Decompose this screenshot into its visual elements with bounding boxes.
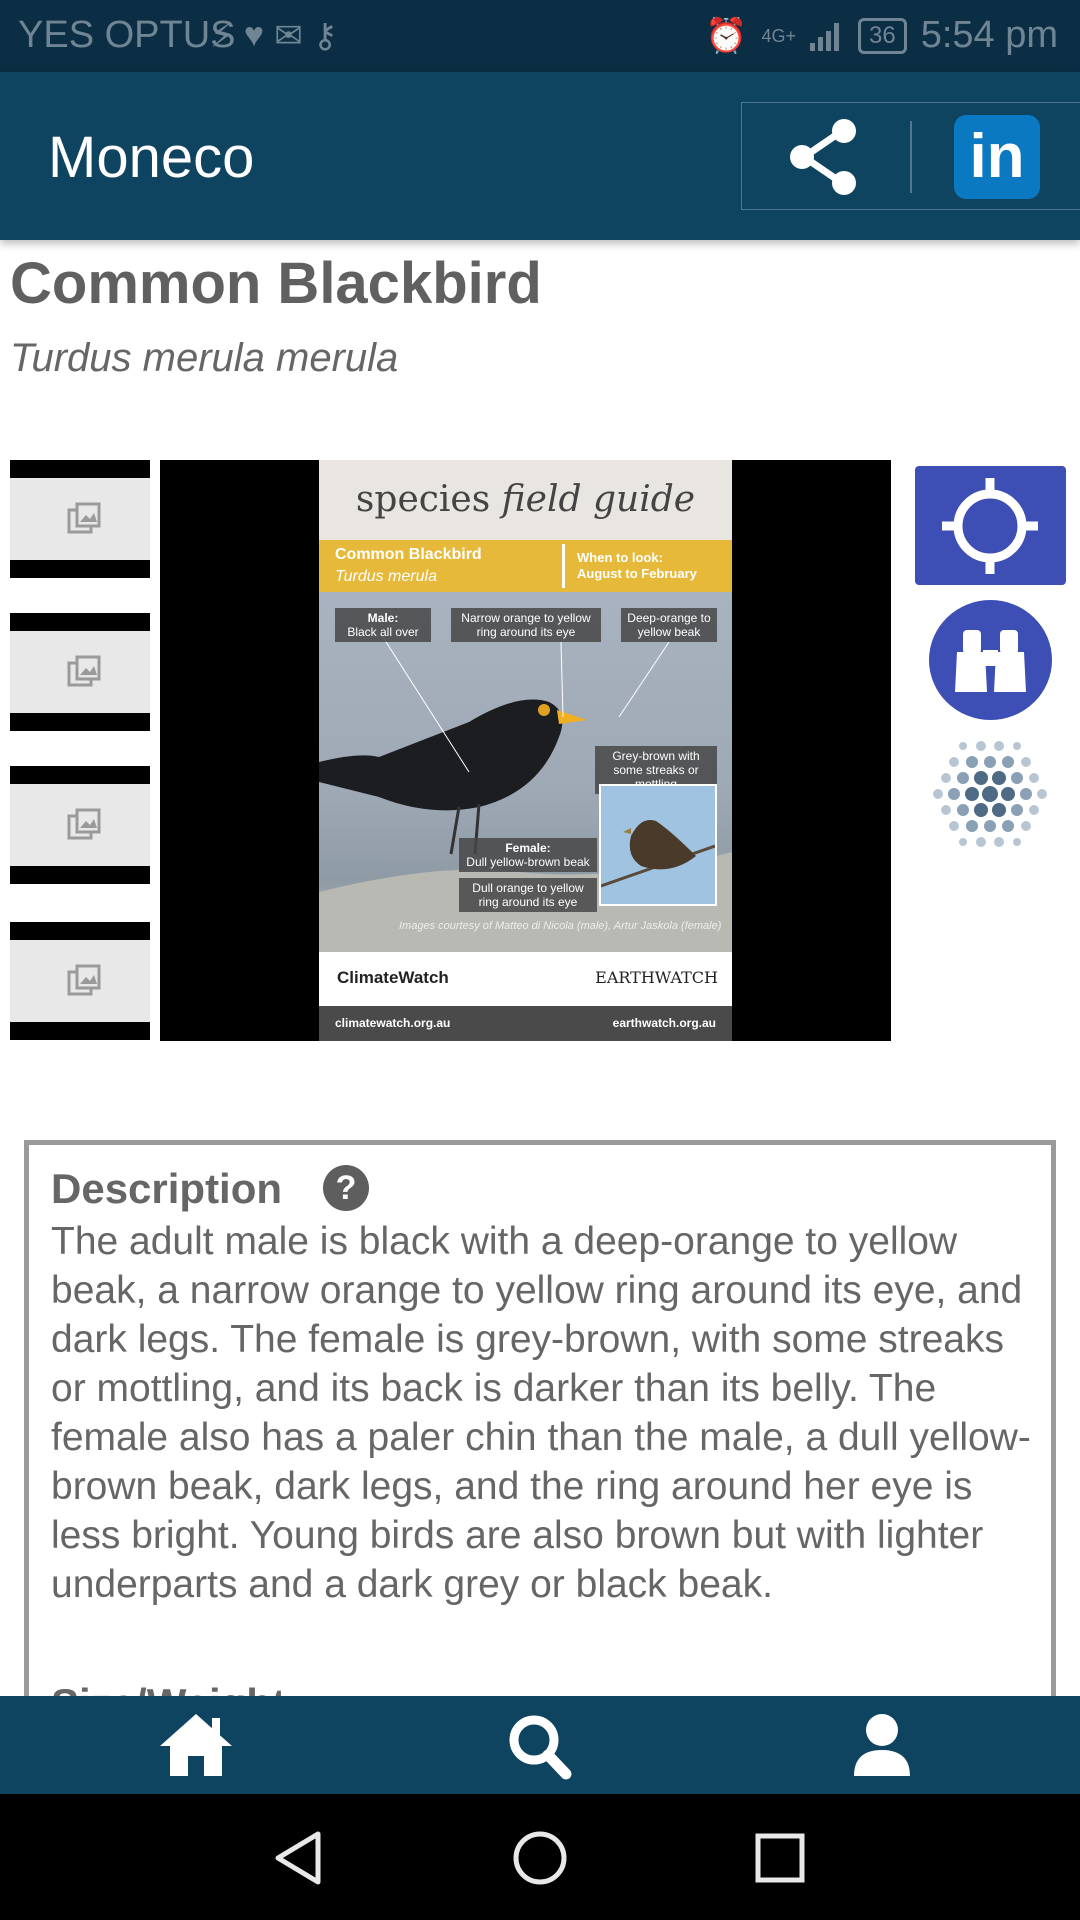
binoculars-icon xyxy=(955,630,1026,692)
mail-icon: ✉ xyxy=(274,17,303,55)
system-navigation xyxy=(0,1794,1080,1920)
description-card: Description ? The adult male is black wi… xyxy=(24,1140,1056,1700)
home-icon xyxy=(160,1714,232,1776)
poster-header: species field guide xyxy=(319,460,732,540)
network-type: 4G+ xyxy=(761,25,796,46)
thumbnail-3[interactable] xyxy=(10,766,150,884)
description-text: The adult male is black with a deep-oran… xyxy=(51,1220,1031,1606)
linkedin-button[interactable]: in xyxy=(954,115,1040,199)
field-guide-poster: species field guide Common Blackbird Tur… xyxy=(319,460,732,1041)
dots-pattern-icon xyxy=(933,741,1047,847)
poster-when-title: When to look: xyxy=(577,550,663,565)
poster-header-italic: field guide xyxy=(501,479,696,520)
search-button[interactable] xyxy=(500,1710,580,1780)
poster-band: Common Blackbird Turdus merula When to l… xyxy=(319,540,732,592)
profile-button[interactable] xyxy=(842,1710,922,1780)
poster-species-scientific: Turdus merula xyxy=(335,568,437,585)
climatewatch-url: climatewatch.org.au xyxy=(335,1016,451,1030)
share-icon xyxy=(790,119,856,195)
clock: 5:54 pm xyxy=(920,14,1058,56)
share-button[interactable] xyxy=(782,115,866,199)
search-icon xyxy=(509,1715,572,1780)
dots-pattern-button[interactable] xyxy=(927,733,1053,855)
main-species-image[interactable]: species field guide Common Blackbird Tur… xyxy=(160,460,891,1041)
thumbnail-placeholder xyxy=(10,478,150,560)
crosshair-icon xyxy=(942,478,1038,574)
battery-icon: 36 xyxy=(857,17,907,54)
thumbnail-placeholder xyxy=(10,631,150,713)
share-actions: in xyxy=(741,102,1080,210)
alarm-icon: ⏰ xyxy=(705,16,748,55)
poster-when: When to look: August to February xyxy=(577,550,697,582)
earthwatch-url: earthwatch.org.au xyxy=(612,1016,716,1030)
signal-sparkline-icon: ⚡ xyxy=(210,17,234,55)
earthwatch-logo: EARTHWATCH xyxy=(595,968,718,987)
system-home-button[interactable] xyxy=(508,1826,572,1890)
poster-header-plain: species xyxy=(355,479,491,520)
poster-bird-photo: Male: Black all over Narrow orange to ye… xyxy=(319,592,732,952)
photo-credit: Images courtesy of Matteo di Nicola (mal… xyxy=(399,920,722,932)
heart-icon: ♥ xyxy=(243,16,265,54)
label-ring: Narrow orange to yellow ring around its … xyxy=(451,608,601,642)
poster-footer: climatewatch.org.au earthwatch.org.au xyxy=(319,1006,732,1041)
image-placeholder-icon xyxy=(67,655,101,687)
climatewatch-logo: ClimateWatch xyxy=(337,968,449,987)
thumbnail-placeholder xyxy=(10,784,150,866)
thumbnail-placeholder xyxy=(10,940,150,1022)
linkedin-icon: in xyxy=(969,122,1025,191)
label-female-beak: Dull yellow-brown beak xyxy=(466,855,590,869)
home-circle-icon xyxy=(513,1831,567,1885)
description-title: Description xyxy=(51,1165,283,1212)
recents-square-icon xyxy=(755,1833,805,1883)
band-divider xyxy=(562,544,565,588)
label-male: Male: Black all over xyxy=(335,608,431,642)
signal-icon xyxy=(809,22,839,51)
profile-icon xyxy=(854,1714,910,1776)
status-bar: YES OPTUS ⚡ ♥ ✉ ⚷ ⏰ 4G+ 36 5:54 pm xyxy=(0,0,1080,72)
locate-button[interactable] xyxy=(915,466,1066,585)
thumbnail-4[interactable] xyxy=(10,922,150,1040)
female-inset-photo xyxy=(599,784,717,906)
label-female: Female: Dull yellow-brown beak xyxy=(459,838,597,872)
poster-species-name: Common Blackbird xyxy=(335,546,482,563)
action-divider xyxy=(910,121,912,193)
system-back-button[interactable] xyxy=(268,1826,332,1890)
species-common-name: Common Blackbird xyxy=(10,251,542,316)
app-title: Moneco xyxy=(48,125,255,190)
label-female-ring: Dull orange to yellow ring around its ey… xyxy=(459,878,597,912)
image-placeholder-icon xyxy=(67,502,101,534)
status-right: ⏰ 4G+ 36 5:54 pm xyxy=(705,14,1058,57)
species-scientific-name: Turdus merula merula xyxy=(10,336,399,380)
help-icon[interactable]: ? xyxy=(323,1165,369,1211)
home-button[interactable] xyxy=(156,1710,236,1780)
thumbnail-2[interactable] xyxy=(10,613,150,731)
poster-when-value: August to February xyxy=(577,566,697,581)
thumbnail-1[interactable] xyxy=(10,460,150,578)
sighting-button[interactable] xyxy=(929,600,1052,720)
back-triangle-icon xyxy=(275,1831,321,1885)
label-female-title: Female: xyxy=(505,841,551,855)
female-blackbird-illustration xyxy=(600,820,716,888)
poster-logos: ClimateWatch EARTHWATCH xyxy=(319,952,732,1006)
image-placeholder-icon xyxy=(67,964,101,996)
label-beak: Deep-orange to yellow beak xyxy=(621,608,717,642)
key-icon: ⚷ xyxy=(312,17,338,55)
bottom-navigation xyxy=(0,1696,1080,1794)
system-recents-button[interactable] xyxy=(748,1826,812,1890)
notification-icons: ⚡ ♥ ✉ ⚷ xyxy=(210,16,337,56)
app-bar: Moneco in xyxy=(0,72,1080,240)
label-male-title: Male: xyxy=(367,611,399,625)
label-male-text: Black all over xyxy=(347,625,419,639)
image-placeholder-icon xyxy=(67,808,101,840)
carrier-name: YES OPTUS xyxy=(18,14,236,56)
